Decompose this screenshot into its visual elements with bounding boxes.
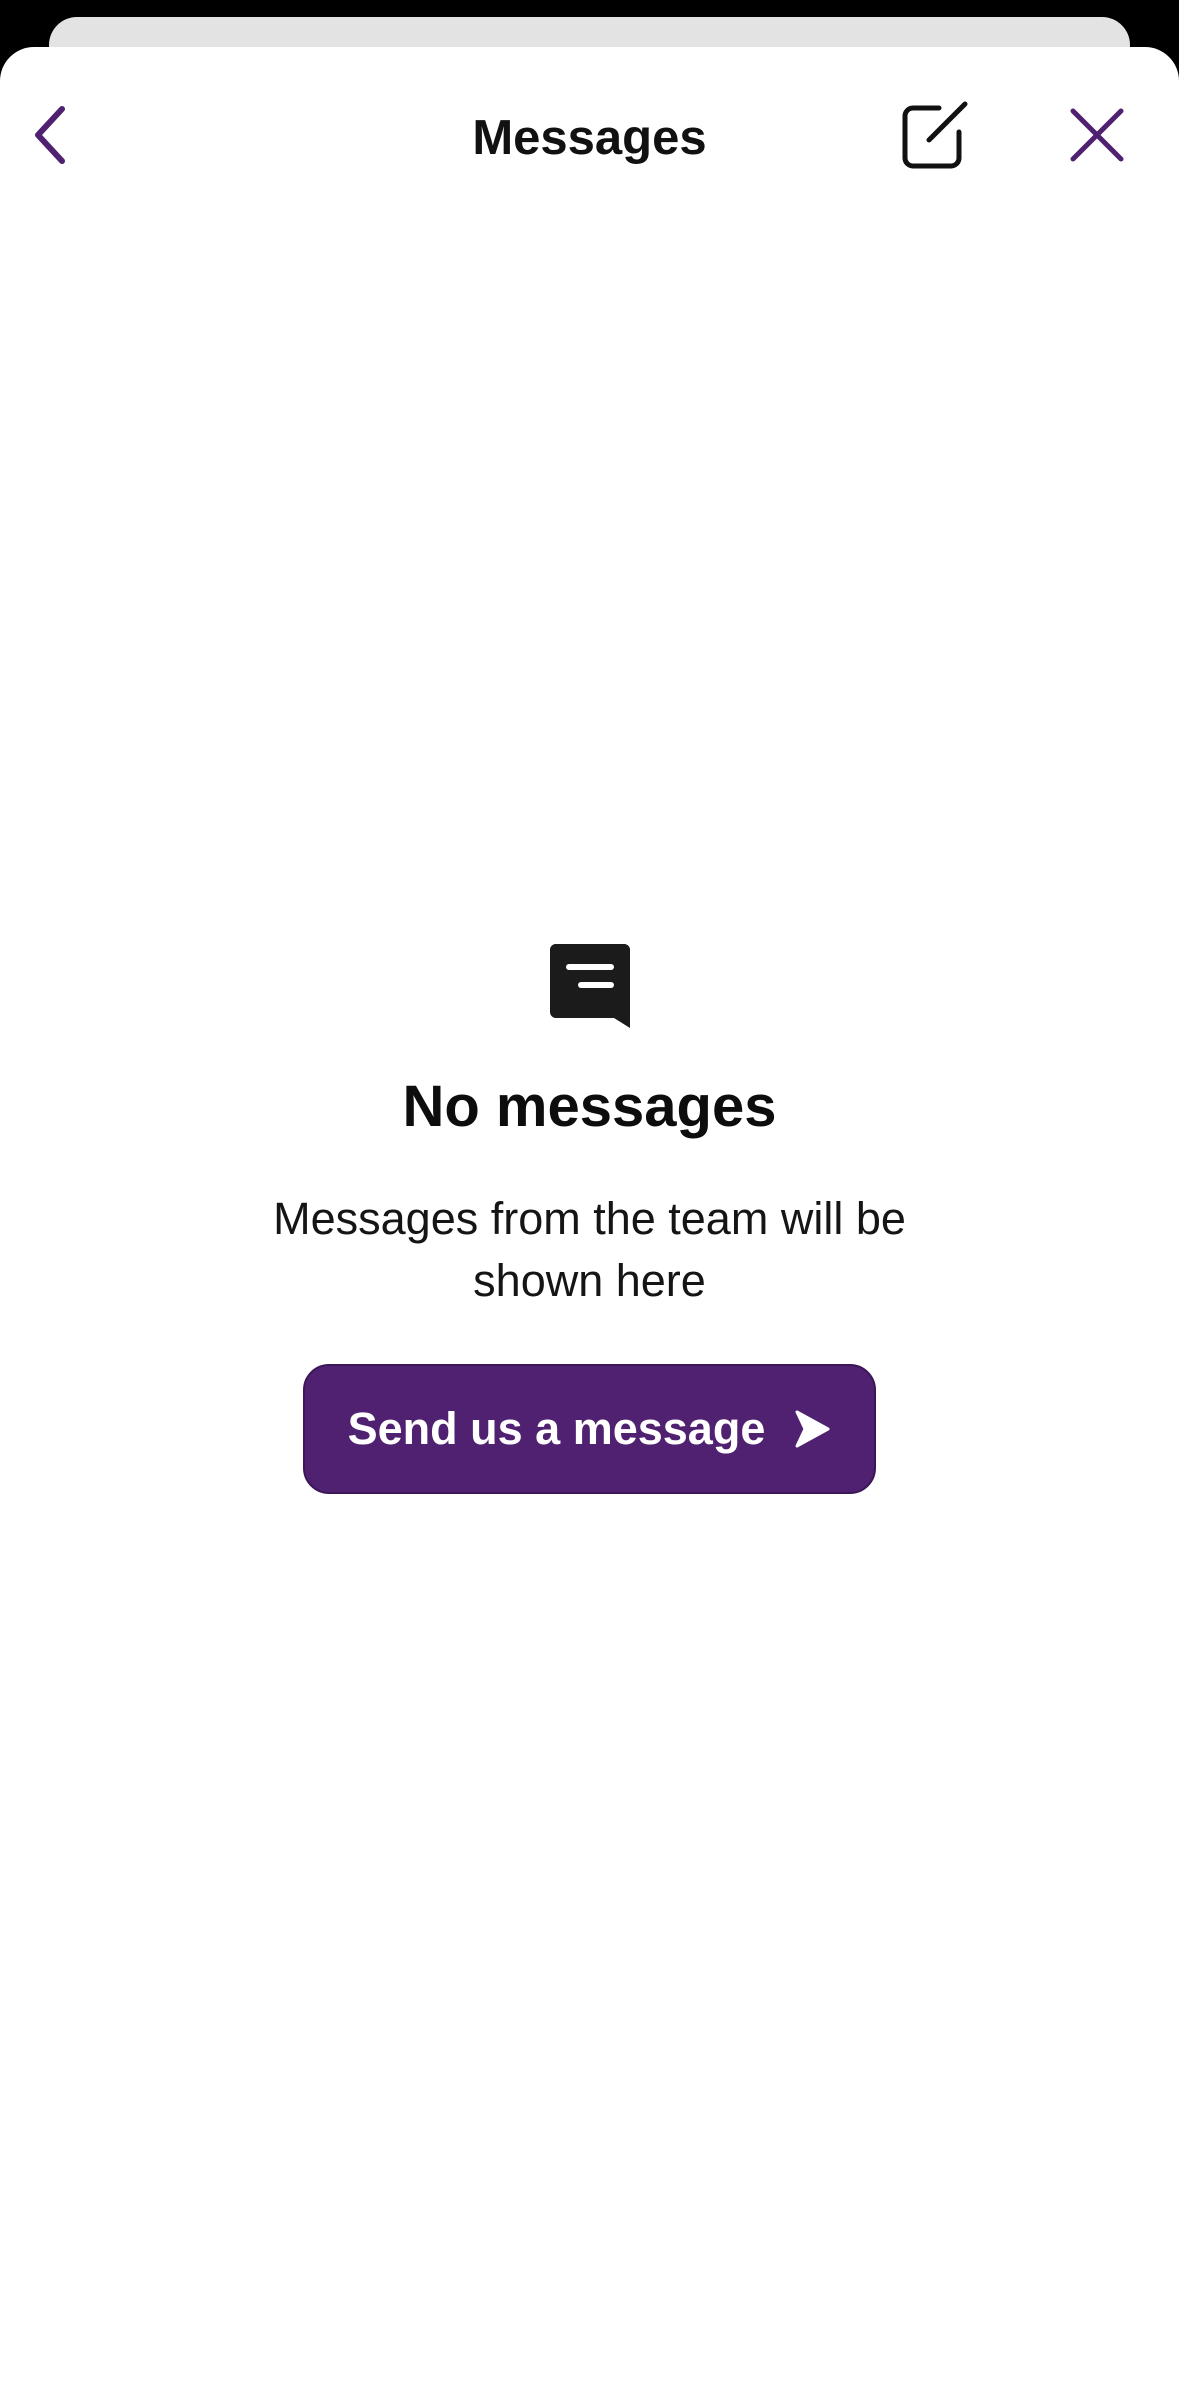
- chat-bubble-icon: [549, 944, 630, 1028]
- send-message-label: Send us a message: [347, 1403, 766, 1454]
- empty-state-subtitle: Messages from the team will be shown her…: [273, 1193, 906, 1306]
- close-icon: [1070, 108, 1124, 162]
- close-button[interactable]: [1055, 93, 1139, 177]
- page-title: Messages: [472, 111, 707, 165]
- compose-icon: [902, 101, 968, 169]
- empty-state-title: No messages: [402, 1074, 777, 1139]
- navigation-bar: Messages: [0, 47, 1179, 217]
- compose-button[interactable]: [890, 93, 980, 177]
- empty-state: No messages Messages from the team will …: [0, 940, 1179, 1494]
- send-message-button[interactable]: Send us a message: [303, 1364, 876, 1494]
- send-arrow-icon: [795, 1410, 830, 1448]
